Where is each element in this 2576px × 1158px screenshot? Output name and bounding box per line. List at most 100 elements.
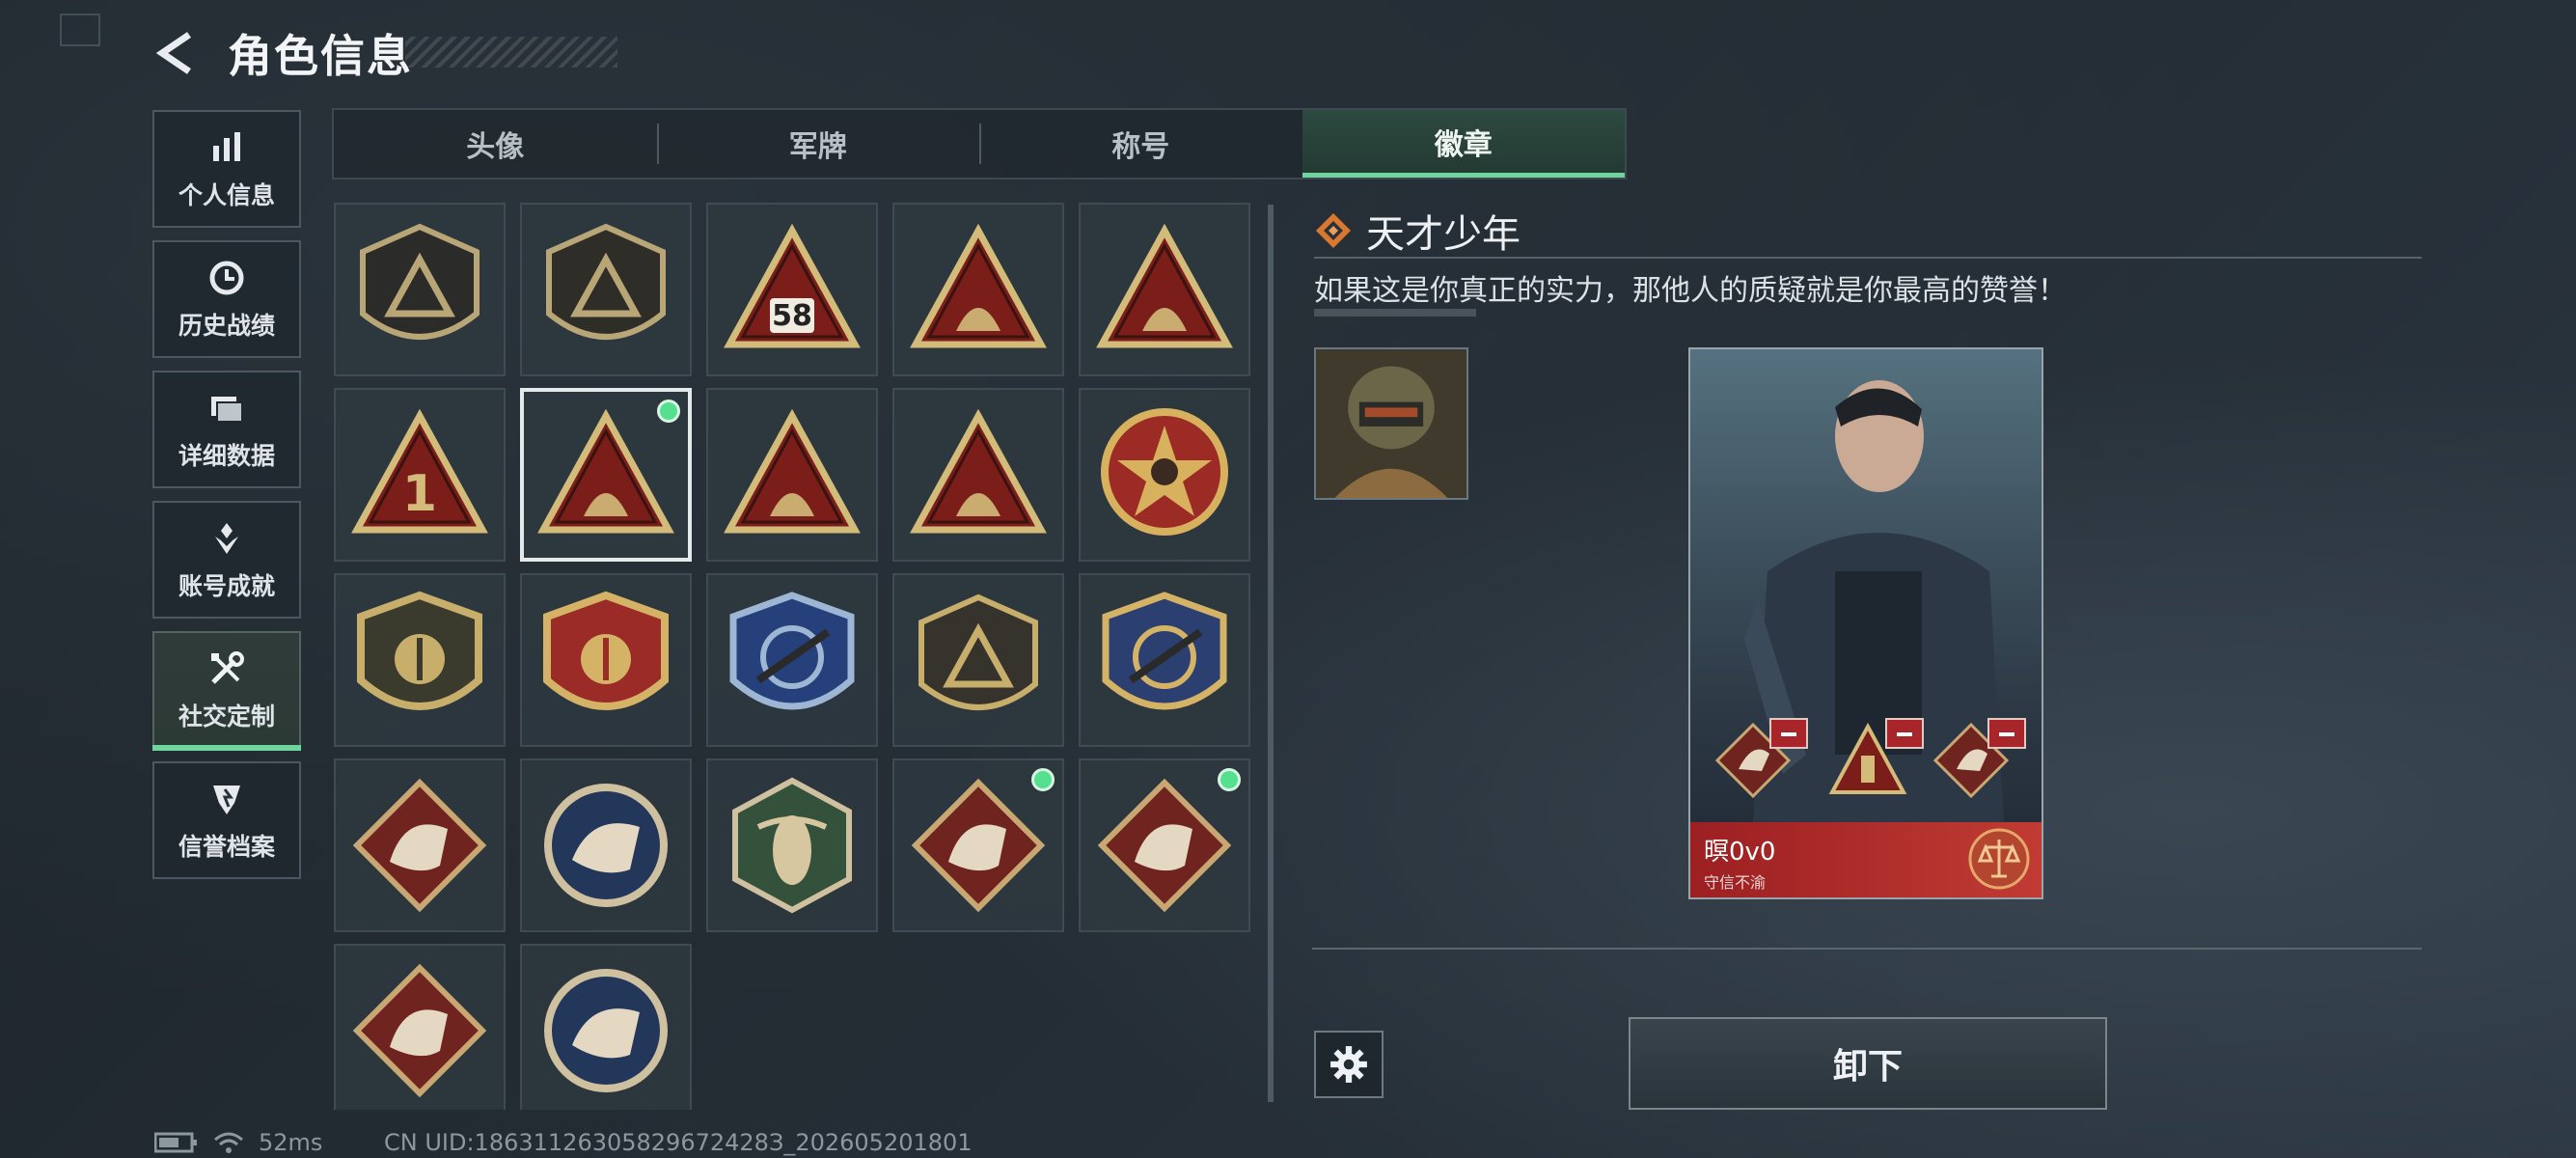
badge-cell[interactable]: [1079, 388, 1250, 562]
tab-dog-tag[interactable]: 军牌: [656, 110, 980, 178]
battery-icon: [154, 1132, 197, 1153]
remove-slot-3-button[interactable]: [1987, 718, 2026, 749]
card-footer: 暝0v0 守信不渝: [1690, 822, 2042, 897]
svg-text:1: 1: [402, 465, 437, 523]
equipped-indicator: [1218, 768, 1241, 791]
tools-icon: [211, 651, 244, 684]
tab-title[interactable]: 称号: [979, 110, 1302, 178]
page-title: 角色信息: [228, 30, 413, 82]
remove-slot-1-button[interactable]: [1769, 718, 1808, 749]
player-card: 暝0v0 守信不渝: [1688, 347, 2043, 899]
badge-cell[interactable]: 1: [334, 388, 506, 562]
shield-icon: [213, 786, 240, 814]
clock-icon: [209, 261, 244, 295]
badge-cell[interactable]: [520, 758, 692, 932]
star-emblem-badge-icon: [1101, 408, 1228, 536]
ping: 52ms: [259, 1129, 323, 1156]
rank-58-badge-icon: 58: [724, 223, 861, 348]
number-one-badge-icon: 1: [351, 408, 488, 534]
badge-cell[interactable]: [334, 573, 506, 747]
scrollbar[interactable]: [1268, 205, 1274, 1102]
scales-emblem-icon: [1968, 828, 2030, 890]
runner-badge-icon: [352, 963, 487, 1098]
equipped-indicator: [657, 400, 680, 423]
nest-badge-icon: [910, 223, 1047, 348]
divider: [1314, 257, 2422, 259]
nav-item-credit-file[interactable]: 信誉档案: [152, 761, 301, 879]
wolf-badge-icon: [544, 969, 668, 1092]
divider: [1312, 948, 2422, 950]
badge-cell[interactable]: [892, 388, 1064, 562]
nav-item-social-customization[interactable]: 社交定制: [152, 631, 301, 751]
rifle-blue-badge-icon: [729, 592, 855, 710]
player-avatar: [1314, 347, 1468, 500]
badge-grid: 58 1: [334, 203, 1260, 1110]
badge-cell[interactable]: [520, 573, 692, 747]
soldiers-badge-icon: [724, 408, 861, 534]
nav-item-detailed-data[interactable]: 详细数据: [152, 371, 301, 488]
settings-button[interactable]: [1314, 1031, 1384, 1098]
user-uid: CN UID:18631126305829672428З_20260520180…: [384, 1129, 973, 1156]
badge-cell[interactable]: [520, 388, 692, 562]
badge-cell[interactable]: [520, 944, 692, 1110]
side-nav: 个人信息 历史战绩 详细数据 账号成就 社交定制 信誉档案: [152, 110, 301, 892]
title-decoration: [405, 37, 617, 68]
tower-badge-icon: [537, 408, 674, 534]
badge-cell[interactable]: [334, 944, 506, 1110]
badge-cell[interactable]: [334, 758, 506, 932]
eagle-badge-icon: [544, 784, 668, 907]
dragon-badge-icon: [911, 778, 1046, 913]
nav-label: 个人信息: [178, 181, 275, 209]
description-underline: [1314, 309, 1476, 317]
nav-label: 社交定制: [178, 703, 275, 731]
player-portrait: [1744, 380, 2009, 897]
badge-cell[interactable]: [334, 203, 506, 376]
badge-title: 天才少年: [1314, 203, 1521, 259]
wifi-icon: [214, 1132, 243, 1153]
tab-badge[interactable]: 徽章: [1302, 110, 1625, 178]
nav-item-achievements[interactable]: 账号成就: [152, 501, 301, 619]
badge-cell[interactable]: [1079, 573, 1250, 747]
diamond-badge-icon: [1316, 213, 1351, 248]
tank-badge-icon: [1096, 223, 1233, 348]
nav-label: 历史战绩: [178, 312, 275, 340]
gear-icon: [1330, 1046, 1367, 1083]
blade-crest-badge-icon: [1102, 592, 1227, 710]
tab-avatar[interactable]: 头像: [334, 110, 657, 178]
bar-chart-icon: [213, 132, 240, 161]
badge-name: 天才少年: [1366, 212, 1521, 257]
rifle-dark-badge-icon: [918, 593, 1038, 710]
folder-icon: [211, 397, 243, 423]
tab-bar: 头像 军牌 称号 徽章: [332, 108, 1627, 179]
dragon-badge-2-icon: [1097, 778, 1232, 913]
corner-decoration: [60, 14, 100, 46]
badge-cell[interactable]: [1079, 203, 1250, 376]
badge-cell[interactable]: [706, 388, 878, 562]
badge-cell[interactable]: [892, 203, 1064, 376]
rocket-badge-icon: [910, 408, 1047, 534]
remove-slot-2-button[interactable]: [1885, 718, 1924, 749]
nav-label: 详细数据: [178, 442, 275, 470]
red-crest-badge-icon: [543, 591, 669, 710]
badge-cell[interactable]: [706, 573, 878, 747]
svg-text:58: 58: [772, 299, 812, 333]
equipped-indicator: [1031, 768, 1055, 791]
badge-cell[interactable]: 58: [706, 203, 878, 376]
tiger-badge-icon: [352, 778, 487, 913]
badge-cell[interactable]: [892, 758, 1064, 932]
hornet-badge-icon: [732, 777, 852, 914]
badge-description: 如果这是你真正的实力，那他人的质疑就是你最高的赞誉！: [1314, 274, 2067, 308]
nav-label: 信誉档案: [178, 833, 275, 861]
badge-cell[interactable]: [892, 573, 1064, 747]
wing-shield-badge-icon: [357, 591, 482, 710]
nav-item-profile[interactable]: 个人信息: [152, 110, 301, 228]
nav-label: 账号成就: [178, 572, 275, 600]
badge-cell[interactable]: [1079, 758, 1250, 932]
status-bar: 52ms: [154, 1129, 322, 1156]
nav-item-history[interactable]: 历史战绩: [152, 240, 301, 358]
badge-cell[interactable]: [706, 758, 878, 932]
unequip-button[interactable]: 卸下: [1629, 1017, 2107, 1110]
back-icon[interactable]: [154, 29, 203, 77]
helicopter-badge-icon: [546, 223, 666, 340]
badge-cell[interactable]: [520, 203, 692, 376]
